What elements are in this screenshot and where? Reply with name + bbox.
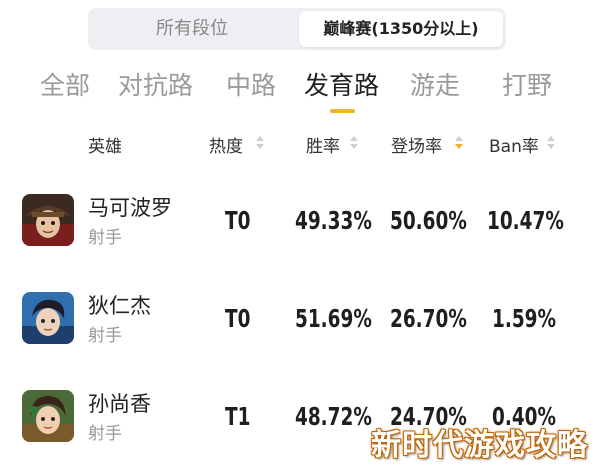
hero-name: 马可波罗 xyxy=(88,196,172,220)
hero-tier: T1 xyxy=(225,402,251,431)
hero-win-rate: 51.69% xyxy=(295,304,372,333)
tab-roam[interactable]: 游走 xyxy=(410,66,460,102)
rank-filter-segmented-control: 所有段位 巅峰赛(1350分以上) xyxy=(88,8,506,50)
sunshangxiang-avatar-icon xyxy=(22,390,74,442)
hero-tier: T0 xyxy=(225,304,251,333)
hero-name: 孙尚香 xyxy=(88,392,151,416)
hero-tier: T0 xyxy=(225,206,251,235)
hero-win-rate: 48.72% xyxy=(295,402,372,431)
watermark-logo: 新时代游戏攻略 xyxy=(371,420,588,464)
header-win-rate[interactable]: 胜率 xyxy=(306,132,340,157)
header-pick-rate[interactable]: 登场率 xyxy=(391,132,442,157)
direnjie-avatar-icon xyxy=(22,292,74,344)
active-tab-indicator xyxy=(330,109,355,113)
tab-mid-lane[interactable]: 中路 xyxy=(226,66,276,102)
hero-ban-rate: 10.47% xyxy=(487,206,564,235)
tab-jungle[interactable]: 打野 xyxy=(502,66,552,102)
hero-win-rate: 49.33% xyxy=(295,206,372,235)
hero-pick-rate: 26.70% xyxy=(390,304,467,333)
hero-row[interactable]: 马可波罗 射手 T0 49.33% 50.60% 10.47% xyxy=(0,180,594,270)
tab-clash-lane[interactable]: 对抗路 xyxy=(118,66,193,102)
rank-option-peak[interactable]: 巅峰赛(1350分以上) xyxy=(299,11,503,47)
hero-name: 狄仁杰 xyxy=(88,294,151,318)
header-ban-rate[interactable]: Ban率 xyxy=(489,132,539,157)
ban-rate-sort-icon[interactable] xyxy=(547,135,555,151)
tab-farm-lane[interactable]: 发育路 xyxy=(304,66,379,102)
lane-tabs: 全部 对抗路 中路 发育路 游走 打野 xyxy=(0,58,594,120)
tab-all[interactable]: 全部 xyxy=(40,66,90,102)
hero-role: 射手 xyxy=(88,424,122,444)
heat-sort-icon[interactable] xyxy=(256,135,264,151)
pick-rate-sort-icon[interactable] xyxy=(455,135,463,151)
hero-role: 射手 xyxy=(88,228,122,248)
hero-role: 射手 xyxy=(88,326,122,346)
hero-ban-rate: 1.59% xyxy=(492,304,556,333)
marco-polo-avatar-icon xyxy=(22,194,74,246)
hero-pick-rate: 50.60% xyxy=(390,206,467,235)
header-hero: 英雄 xyxy=(88,137,122,157)
win-rate-sort-icon[interactable] xyxy=(350,135,358,151)
header-heat[interactable]: 热度 xyxy=(209,132,243,157)
rank-option-all[interactable]: 所有段位 xyxy=(88,8,296,50)
hero-row[interactable]: 狄仁杰 射手 T0 51.69% 26.70% 1.59% xyxy=(0,278,594,368)
